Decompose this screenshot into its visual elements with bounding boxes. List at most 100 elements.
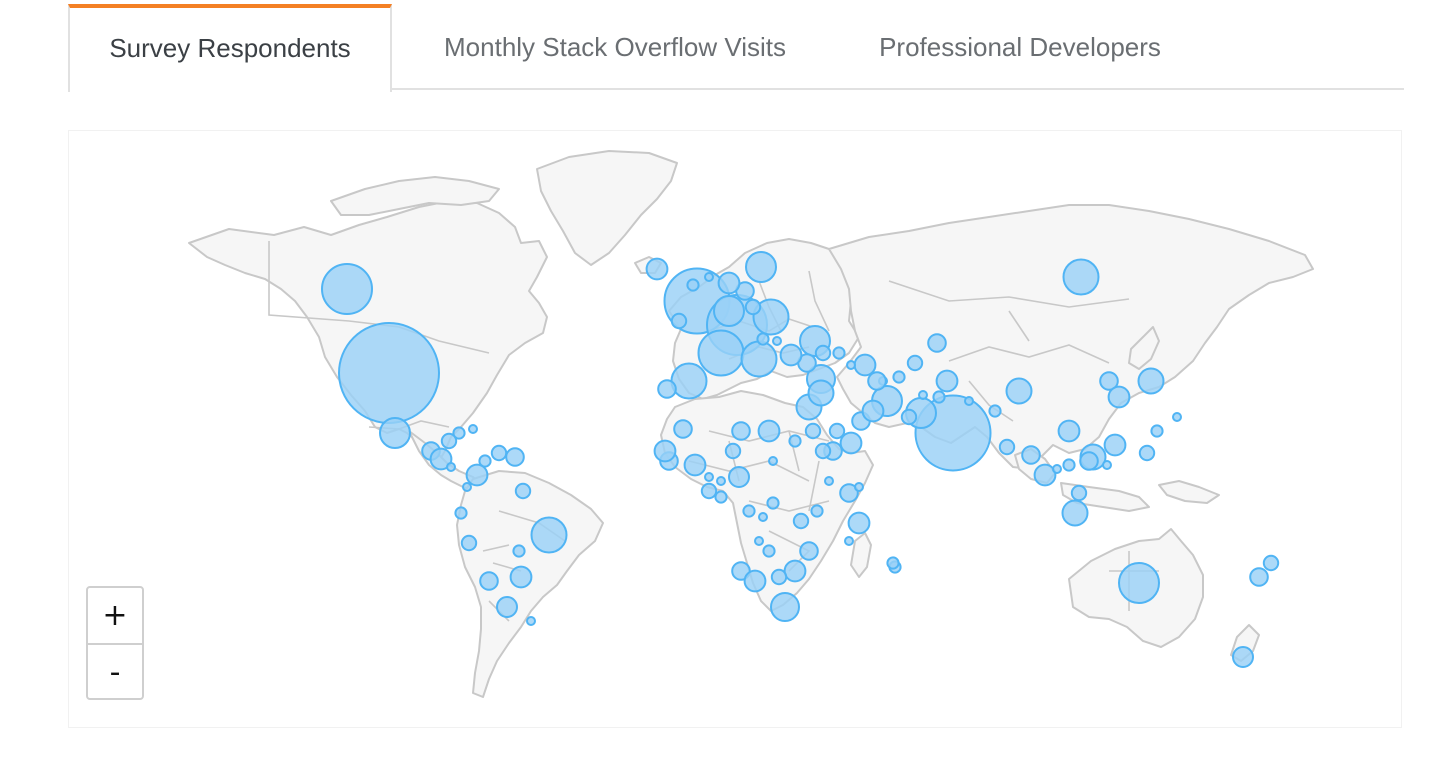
bubble-minor-country[interactable] bbox=[1103, 433, 1127, 457]
bubble-minor-country[interactable] bbox=[828, 422, 846, 440]
bubble-minor-country[interactable] bbox=[758, 512, 768, 522]
bubble-minor-country[interactable] bbox=[645, 257, 669, 281]
bubble-minor-country[interactable] bbox=[683, 453, 707, 477]
bubble-minor-country[interactable] bbox=[731, 421, 751, 441]
bubble-minor-country[interactable] bbox=[1070, 484, 1088, 502]
bubble-minor-country[interactable] bbox=[468, 424, 478, 434]
bubble-minor-country[interactable] bbox=[1102, 460, 1112, 470]
bubble-minor-country[interactable] bbox=[1107, 385, 1131, 409]
bubble-minor-country[interactable] bbox=[824, 476, 834, 486]
bubble-minor-country[interactable] bbox=[810, 504, 824, 518]
bubble-minor-country[interactable] bbox=[454, 506, 468, 520]
bubble-minor-country[interactable] bbox=[716, 476, 726, 486]
bubble-minor-country[interactable] bbox=[918, 390, 928, 400]
bubble-minor-country[interactable] bbox=[772, 336, 782, 346]
bubble-minor-country[interactable] bbox=[440, 432, 458, 450]
bubble-minor-country[interactable] bbox=[717, 271, 741, 295]
world-map-svg[interactable] bbox=[69, 131, 1401, 727]
bubble-minor-country[interactable] bbox=[839, 431, 863, 455]
bubble-minor-country[interactable] bbox=[743, 569, 767, 593]
bubble-minor-country[interactable] bbox=[846, 360, 856, 370]
bubble-minor-country[interactable] bbox=[490, 444, 508, 462]
zoom-in-button[interactable]: + bbox=[88, 588, 142, 645]
bubble-minor-country[interactable] bbox=[479, 571, 499, 591]
bubble-minor-country[interactable] bbox=[509, 565, 533, 589]
bubble-minor-country[interactable] bbox=[700, 482, 718, 500]
bubble-minor-country[interactable] bbox=[1172, 412, 1182, 422]
bubble-argentina[interactable] bbox=[496, 596, 518, 618]
bubble-minor-country[interactable] bbox=[714, 490, 728, 504]
tab-monthly-visits[interactable]: Monthly Stack Overflow Visits bbox=[392, 4, 838, 90]
bubble-minor-country[interactable] bbox=[744, 298, 762, 316]
bubble-minor-country[interactable] bbox=[935, 369, 959, 393]
bubble-minor-country[interactable] bbox=[861, 399, 885, 423]
bubble-minor-country[interactable] bbox=[512, 544, 526, 558]
bubble-minor-country[interactable] bbox=[742, 504, 756, 518]
bubble-china[interactable] bbox=[1005, 377, 1033, 405]
bubble-minor-country[interactable] bbox=[886, 556, 900, 570]
bubble-minor-country[interactable] bbox=[465, 463, 489, 487]
bubble-minor-country[interactable] bbox=[799, 541, 819, 561]
bubble-minor-country[interactable] bbox=[964, 396, 974, 406]
bubble-minor-country[interactable] bbox=[756, 332, 770, 346]
bubble-israel[interactable] bbox=[807, 379, 835, 407]
bubble-minor-country[interactable] bbox=[804, 422, 822, 440]
bubble-minor-country[interactable] bbox=[853, 353, 877, 377]
bubble-minor-country[interactable] bbox=[844, 536, 854, 546]
bubble-spain[interactable] bbox=[670, 362, 708, 400]
bubble-minor-country[interactable] bbox=[1057, 419, 1081, 443]
tab-professional-developers[interactable]: Professional Developers bbox=[838, 4, 1202, 90]
bubble-minor-country[interactable] bbox=[927, 333, 947, 353]
bubble-minor-country[interactable] bbox=[704, 472, 714, 482]
bubble-minor-country[interactable] bbox=[770, 568, 788, 586]
bubble-minor-country[interactable] bbox=[462, 482, 472, 492]
bubble-minor-country[interactable] bbox=[867, 371, 887, 391]
bubble-minor-country[interactable] bbox=[988, 404, 1002, 418]
bubble-minor-country[interactable] bbox=[704, 272, 714, 282]
bubble-minor-country[interactable] bbox=[1079, 451, 1099, 471]
bubble-japan[interactable] bbox=[1137, 367, 1165, 395]
bubble-new-zealand[interactable] bbox=[1232, 646, 1254, 668]
bubble-minor-country[interactable] bbox=[686, 278, 700, 292]
bubble-minor-country[interactable] bbox=[1052, 464, 1062, 474]
bubble-minor-country[interactable] bbox=[832, 346, 846, 360]
bubble-minor-country[interactable] bbox=[814, 442, 832, 460]
bubble-minor-country[interactable] bbox=[768, 456, 778, 466]
bubble-minor-country[interactable] bbox=[783, 559, 807, 583]
bubble-minor-country[interactable] bbox=[1138, 444, 1156, 462]
bubble-minor-country[interactable] bbox=[766, 496, 780, 510]
zoom-out-button[interactable]: - bbox=[88, 645, 142, 698]
bubble-south-africa[interactable] bbox=[770, 592, 800, 622]
bubble-sweden[interactable] bbox=[745, 251, 777, 283]
bubble-minor-country[interactable] bbox=[906, 354, 924, 372]
bubble-nigeria[interactable] bbox=[728, 466, 750, 488]
bubble-minor-country[interactable] bbox=[673, 419, 693, 439]
bubble-italy[interactable] bbox=[740, 340, 778, 378]
bubble-minor-country[interactable] bbox=[653, 439, 677, 463]
bubble-mexico[interactable] bbox=[379, 417, 411, 449]
bubble-minor-country[interactable] bbox=[446, 462, 456, 472]
bubble-minor-country[interactable] bbox=[779, 343, 803, 367]
bubble-netherlands[interactable] bbox=[713, 295, 745, 327]
bubble-france[interactable] bbox=[697, 329, 745, 377]
bubble-russia[interactable] bbox=[1062, 258, 1100, 296]
world-map[interactable] bbox=[68, 130, 1402, 728]
bubble-minor-country[interactable] bbox=[505, 447, 525, 467]
bubble-united-states[interactable] bbox=[338, 322, 440, 424]
bubble-minor-country[interactable] bbox=[932, 390, 946, 404]
bubble-minor-country[interactable] bbox=[847, 511, 871, 535]
bubble-minor-country[interactable] bbox=[657, 379, 677, 399]
bubble-minor-country[interactable] bbox=[514, 482, 532, 500]
bubble-minor-country[interactable] bbox=[1062, 458, 1076, 472]
bubble-minor-country[interactable] bbox=[670, 312, 688, 330]
bubble-minor-country[interactable] bbox=[1150, 424, 1164, 438]
bubble-minor-country[interactable] bbox=[814, 344, 832, 362]
bubble-minor-country[interactable] bbox=[526, 616, 536, 626]
bubble-minor-country[interactable] bbox=[724, 442, 742, 460]
bubble-minor-country[interactable] bbox=[788, 434, 802, 448]
bubble-australia[interactable] bbox=[1118, 562, 1160, 604]
bubble-minor-country[interactable] bbox=[998, 438, 1016, 456]
tab-survey-respondents[interactable]: Survey Respondents bbox=[68, 4, 392, 92]
bubble-minor-country[interactable] bbox=[757, 419, 781, 443]
bubble-brazil[interactable] bbox=[530, 516, 568, 554]
